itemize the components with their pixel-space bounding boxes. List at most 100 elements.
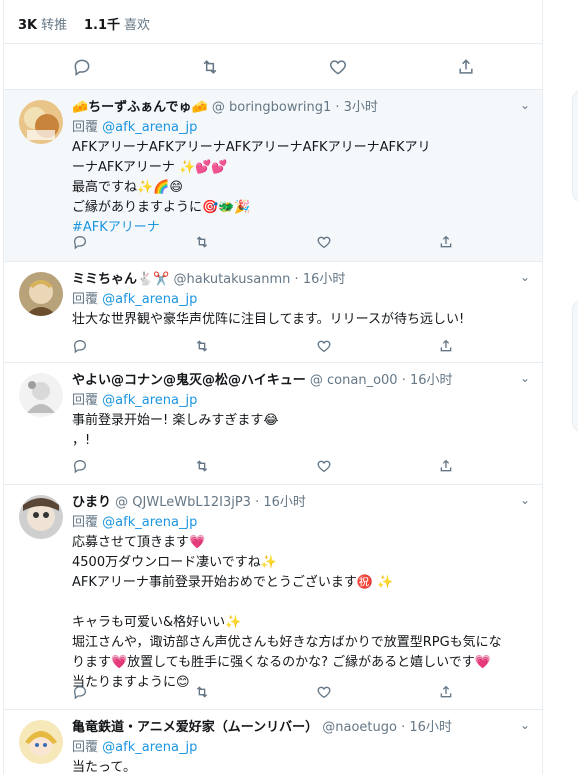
avatar[interactable] (19, 272, 63, 316)
reply-to-link[interactable]: @afk_arena_jp (102, 393, 197, 408)
avatar[interactable] (19, 720, 63, 764)
reply-header: 亀竜鉄道・アニメ爱好家（ムーンリバー） @naoetugo · 16小时 (72, 718, 526, 738)
like-icon[interactable] (316, 458, 332, 474)
reply-item[interactable]: ⌄ 亀竜鉄道・アニメ爱好家（ムーンリバー） @naoetugo · 16小时 回… (4, 710, 542, 774)
timestamp[interactable]: 16小时 (409, 720, 452, 735)
share-icon[interactable] (438, 458, 454, 474)
reply-prefix: 回覆 (72, 292, 99, 307)
sidebar-card-edge (572, 90, 578, 202)
tweet-stats: 3K 转推 1.1千 喜欢 (4, 0, 542, 44)
timestamp[interactable]: 16小时 (263, 495, 306, 510)
author-handle[interactable]: @hakutakusanmn (174, 272, 291, 287)
reply-item[interactable]: ⌄ ミミちゃん🐇✂️ @hakutakusanmn · 16小时 回覆 @afk… (4, 262, 542, 363)
reply-item[interactable]: ⌄ やよい@コナン@鬼灭@松@ハイキュー @ conan_o00 · 16小时 … (4, 363, 542, 485)
hashtag-link[interactable]: #AFKアリーナ (72, 218, 526, 238)
author-handle[interactable]: @ QJWLeWbL12I3jP3 (115, 495, 251, 510)
share-icon[interactable] (438, 684, 454, 700)
reply-text-line: 応募させて頂きます💗 (72, 535, 206, 550)
reply-text-line: ，! (72, 433, 91, 448)
reply-text-line: 壮大な世界観や豪华声优阵に注目してます。リリースが待ち远しい! (72, 312, 465, 327)
like-icon[interactable] (316, 684, 332, 700)
tweet-column: 3K 转推 1.1千 喜欢 ⌄ 🧀ちーずふぁんでゅ🧀 @ boringbowring… (3, 0, 543, 774)
reply-icon[interactable] (72, 234, 88, 250)
reply-icon[interactable] (72, 57, 92, 77)
reply-to-link[interactable]: @afk_arena_jp (102, 515, 197, 530)
reply-text-line: キャラも可爱い&格好いい✨ (72, 615, 242, 630)
reply-body: やよい@コナン@鬼灭@松@ハイキュー @ conan_o00 · 16小时 回覆… (72, 371, 526, 451)
share-icon[interactable] (456, 57, 476, 77)
retweets-stat[interactable]: 3K 转推 (18, 14, 67, 33)
retweets-label: 转推 (41, 18, 68, 33)
replying-to: 回覆 @afk_arena_jp (72, 738, 526, 758)
retweet-icon[interactable] (200, 57, 220, 77)
reply-to-link[interactable]: @afk_arena_jp (102, 740, 197, 755)
reply-to-link[interactable]: @afk_arena_jp (102, 120, 197, 135)
reply-icon[interactable] (72, 458, 88, 474)
retweets-count: 3K (18, 18, 38, 33)
reply-text-line: 当たりますように😊 (72, 675, 190, 690)
likes-count: 1.1千 (84, 18, 121, 33)
separator: · (401, 373, 406, 388)
timestamp[interactable]: 16小时 (410, 373, 453, 388)
reply-text-line: 堀江さんや，诹访部さん声优さんも好きな方ばかりで放置型RPGも気にな (72, 635, 502, 650)
replying-to: 回覆 @afk_arena_jp (72, 513, 526, 533)
author-name[interactable]: 🧀ちーずふぁんでゅ🧀 (72, 100, 208, 115)
author-name[interactable]: やよい@コナン@鬼灭@松@ハイキュー (72, 373, 306, 388)
like-icon[interactable] (316, 338, 332, 354)
like-icon[interactable] (316, 234, 332, 250)
reply-text-line: ーナAFKアリーナ ✨💕💕 (72, 160, 228, 175)
separator: · (335, 100, 340, 115)
reply-text-line: ご縁がありますように🎯🐲🎉 (72, 200, 251, 215)
replying-to: 回覆 @afk_arena_jp (72, 118, 526, 138)
reply-to-link[interactable]: @afk_arena_jp (102, 292, 197, 307)
reply-body: 🧀ちーずふぁんでゅ🧀 @ boringbowring1 · 3小时 回覆 @af… (72, 98, 526, 238)
reply-header: ミミちゃん🐇✂️ @hakutakusanmn · 16小时 (72, 270, 526, 290)
reply-body: ミミちゃん🐇✂️ @hakutakusanmn · 16小时 回覆 @afk_a… (72, 270, 526, 330)
avatar[interactable] (19, 373, 63, 417)
retweet-icon[interactable] (194, 234, 210, 250)
reply-header: やよい@コナン@鬼灭@松@ハイキュー @ conan_o00 · 16小时 (72, 371, 526, 391)
author-name[interactable]: ミミちゃん🐇✂️ (72, 272, 169, 287)
reply-prefix: 回覆 (72, 740, 99, 755)
author-handle[interactable]: @ boringbowring1 (212, 100, 331, 115)
replying-to: 回覆 @afk_arena_jp (72, 391, 526, 411)
reply-item[interactable]: ⌄ ひまり @ QJWLeWbL12I3jP3 · 16小时 回覆 @afk_a… (4, 485, 542, 710)
reply-icon[interactable] (72, 684, 88, 700)
reply-body: ひまり @ QJWLeWbL12I3jP3 · 16小时 回覆 @afk_are… (72, 493, 526, 693)
author-name[interactable]: 亀竜鉄道・アニメ爱好家（ムーンリバー） (72, 720, 318, 735)
reply-text-line: AFKアリーナ事前登录开始おめでとうございます㊗️ ✨ (72, 575, 394, 590)
reply-text-line: 4500万ダウンロード凄いですね✨ (72, 555, 277, 570)
reply-prefix: 回覆 (72, 515, 99, 530)
separator: · (255, 495, 260, 510)
reply-text-line: 最高ですね✨🌈😄 (72, 180, 183, 195)
reply-text-line: ります💗放置しても胜手に强くなるのかな? ご縁があると嬉しいです💗 (72, 655, 491, 670)
share-icon[interactable] (438, 338, 454, 354)
share-icon[interactable] (438, 234, 454, 250)
reply-icon[interactable] (72, 338, 88, 354)
reply-header: 🧀ちーずふぁんでゅ🧀 @ boringbowring1 · 3小时 (72, 98, 526, 118)
reply-header: ひまり @ QJWLeWbL12I3jP3 · 16小时 (72, 493, 526, 513)
likes-stat[interactable]: 1.1千 喜欢 (84, 14, 150, 33)
author-handle[interactable]: @naoetugo (322, 720, 397, 735)
avatar[interactable] (19, 495, 63, 539)
retweet-icon[interactable] (194, 458, 210, 474)
reply-text-line: AFKアリーナAFKアリーナAFKアリーナAFKアリーナAFKアリ (72, 140, 431, 155)
reply-text-line: 当たって。 (72, 760, 136, 774)
author-name[interactable]: ひまり (72, 495, 111, 510)
author-handle[interactable]: @ conan_o00 (310, 373, 398, 388)
right-sidebar-edge (552, 0, 578, 774)
retweet-icon[interactable] (194, 338, 210, 354)
reply-item[interactable]: ⌄ 🧀ちーずふぁんでゅ🧀 @ boringbowring1 · 3小时 回覆 @… (4, 90, 542, 262)
likes-label: 喜欢 (124, 18, 151, 33)
retweet-icon[interactable] (194, 684, 210, 700)
reply-body: 亀竜鉄道・アニメ爱好家（ムーンリバー） @naoetugo · 16小时 回覆 … (72, 718, 526, 774)
reply-prefix: 回覆 (72, 393, 99, 408)
separator: · (294, 272, 299, 287)
avatar[interactable] (19, 100, 63, 144)
separator: · (401, 720, 406, 735)
timestamp[interactable]: 16小时 (303, 272, 346, 287)
like-icon[interactable] (328, 57, 348, 77)
reply-text-line: 事前登录开始ー! 楽しみすぎます😂 (72, 413, 279, 428)
timestamp[interactable]: 3小时 (344, 100, 378, 115)
